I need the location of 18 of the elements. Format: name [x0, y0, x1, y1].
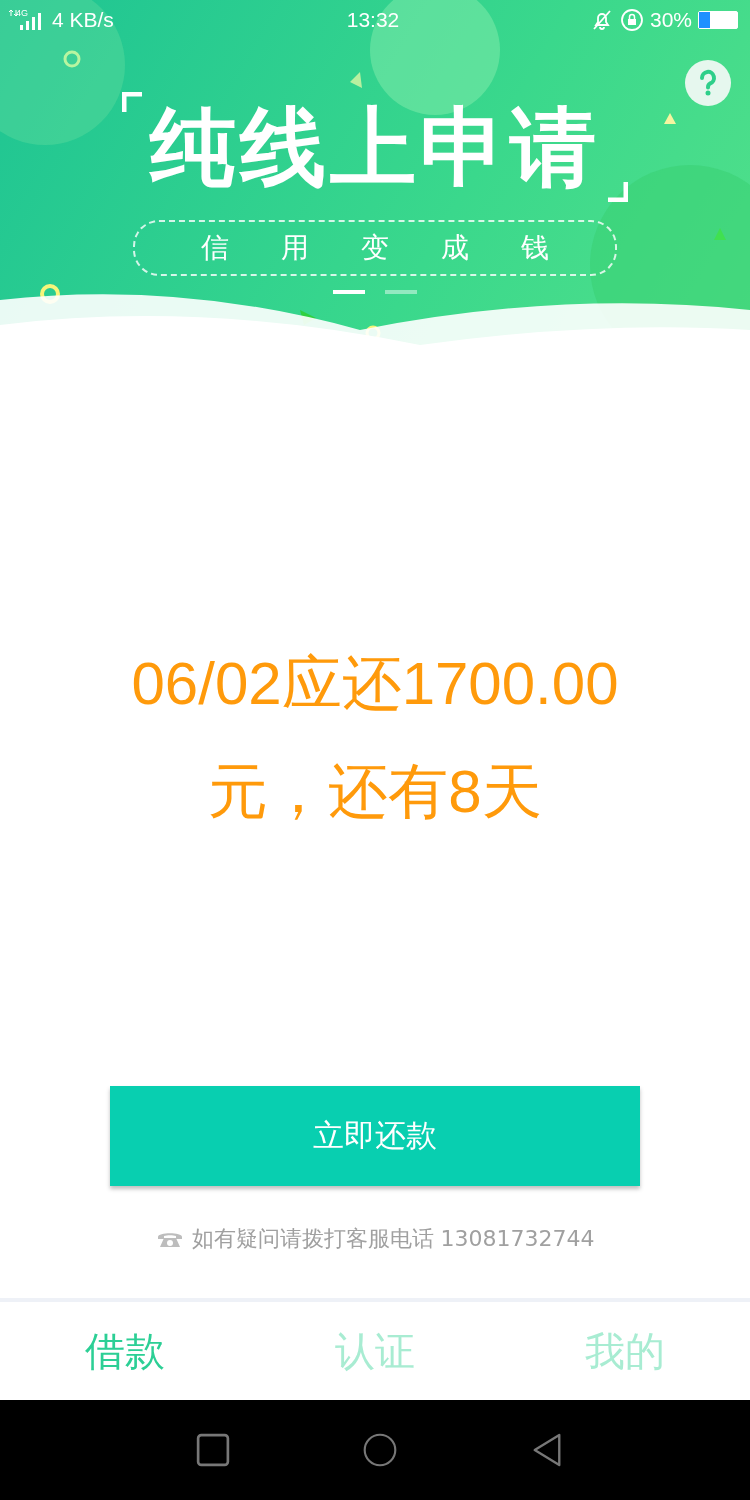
home-icon[interactable] — [363, 1433, 397, 1467]
bracket-icon — [608, 182, 628, 202]
network-speed: 4 KB/s — [52, 8, 114, 32]
bracket-icon — [122, 92, 142, 112]
clock: 13:32 — [346, 8, 400, 32]
due-notice: 06/02应还1700.00元，还有8天 — [130, 649, 620, 827]
network-type: 4G — [16, 8, 29, 18]
recents-icon[interactable] — [196, 1433, 231, 1467]
banner-title: 纯线上申请 — [150, 96, 600, 199]
tab[interactable]: 我的 — [525, 1323, 725, 1379]
tab[interactable]: 认证 — [275, 1323, 475, 1379]
repay-button[interactable]: 立即还款 — [110, 1086, 640, 1186]
banner-subtitle: 信用变成钱 — [201, 230, 601, 266]
battery-percent: 30% — [649, 8, 692, 32]
hotline-text: 如有疑问请拨打客服电话 13081732744 — [191, 1225, 595, 1253]
battery-icon — [698, 11, 738, 29]
tab[interactable]: 借款 — [25, 1323, 225, 1379]
rotation-lock-icon — [619, 8, 644, 32]
